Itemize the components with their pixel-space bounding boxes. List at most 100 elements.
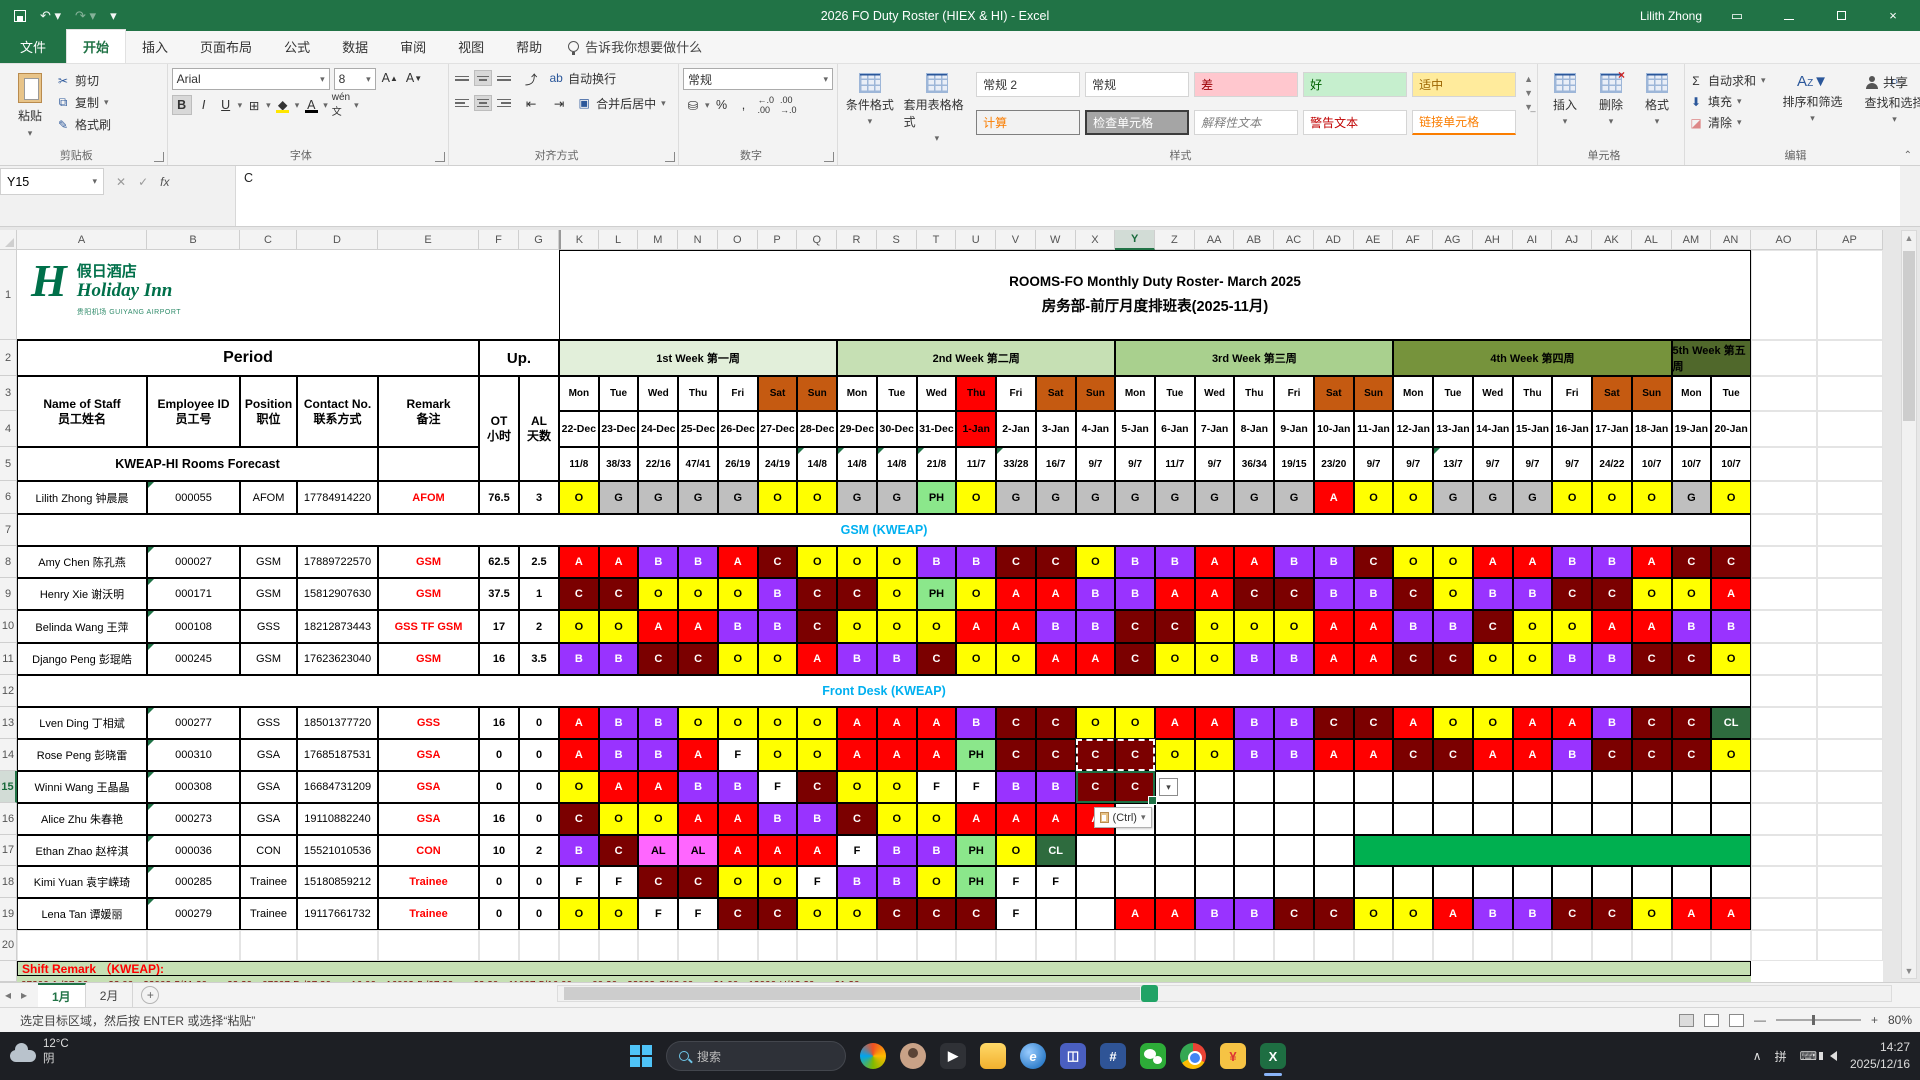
borders-button[interactable]: ⊞ [244, 95, 264, 115]
forecast-cell[interactable]: 16/7 [1036, 447, 1076, 481]
shift-cell[interactable]: O [877, 771, 917, 803]
forecast-cell[interactable]: 14/8 [797, 447, 837, 481]
day-header-cell[interactable]: Fri [1552, 376, 1592, 411]
shift-cell[interactable] [1711, 803, 1751, 835]
shift-cell[interactable]: A [1036, 578, 1076, 610]
merge-center-button[interactable]: ▣合并后居中 ▾ [577, 95, 666, 112]
shift-cell[interactable]: C [1632, 707, 1672, 739]
shift-cell[interactable]: B [1234, 643, 1274, 675]
empty-cell[interactable] [1393, 930, 1433, 961]
shift-cell[interactable]: G [678, 481, 718, 514]
empty-cell[interactable] [378, 930, 479, 961]
staff-position-cell[interactable]: GSA [240, 803, 297, 835]
shift-cell[interactable]: O [758, 739, 798, 771]
shift-cell[interactable]: A [837, 739, 877, 771]
shift-cell[interactable]: B [758, 578, 798, 610]
shift-cell[interactable] [1711, 771, 1751, 803]
empty-cell[interactable] [1234, 930, 1274, 961]
staff-remark-cell[interactable]: GSM [378, 546, 479, 578]
shift-cell[interactable]: C [1473, 610, 1513, 643]
staff-ot-cell[interactable]: 0 [479, 898, 519, 930]
shift-cell[interactable]: A [1393, 707, 1433, 739]
staff-position-cell[interactable]: GSA [240, 739, 297, 771]
shift-cell[interactable]: C [1274, 898, 1314, 930]
shift-cell[interactable] [1672, 771, 1712, 803]
shift-cell[interactable]: C [1314, 898, 1354, 930]
staff-contact-cell[interactable]: 19110882240 [297, 803, 378, 835]
scroll-down-icon[interactable]: ▼ [1902, 966, 1916, 976]
staff-al-cell[interactable]: 1 [519, 578, 559, 610]
shift-cell[interactable] [1552, 866, 1592, 898]
staff-name-cell[interactable]: Winni Wang 王晶晶 [17, 771, 147, 803]
shift-cell[interactable]: A [1552, 707, 1592, 739]
conditional-formatting-button[interactable]: 条件格式▾ [842, 68, 898, 144]
shift-cell[interactable]: O [837, 546, 877, 578]
column-header-F[interactable]: F [479, 230, 519, 250]
staff-remark-cell[interactable]: CON [378, 835, 479, 866]
number-format-select[interactable]: 常规▾ [683, 68, 833, 90]
shift-cell[interactable]: G [1473, 481, 1513, 514]
staff-name-cell[interactable]: Lven Ding 丁相斌 [17, 707, 147, 739]
shift-cell[interactable]: A [1155, 898, 1195, 930]
staff-remark-cell[interactable]: GSS TF GSM [378, 610, 479, 643]
empty-cell[interactable] [1711, 930, 1751, 961]
sort-filter-button[interactable]: AZ▼ 排序和筛选▾ [1776, 68, 1850, 131]
shift-cell[interactable]: B [599, 739, 639, 771]
shift-cell[interactable]: O [559, 481, 599, 514]
shift-cell[interactable]: B [599, 707, 639, 739]
app-dark-icon[interactable]: ▶ [940, 1043, 966, 1069]
cell-style-计算[interactable]: 计算 [976, 110, 1080, 135]
tray-expand-icon[interactable]: ∧ [1753, 1049, 1762, 1063]
staff-position-cell[interactable]: GSS [240, 610, 297, 643]
shift-cell[interactable]: C [559, 803, 599, 835]
shift-cell[interactable]: C [1433, 739, 1473, 771]
shift-cell[interactable]: B [877, 866, 917, 898]
staff-id-cell[interactable]: 000171 [147, 578, 240, 610]
staff-id-cell[interactable]: 000036 [147, 835, 240, 866]
empty-cell[interactable] [1751, 643, 1817, 675]
day-header-cell[interactable]: Tue [599, 376, 639, 411]
pay-app-icon[interactable]: ¥ [1220, 1043, 1246, 1069]
redo-icon[interactable]: ↷ ▾ [75, 8, 96, 24]
ribbon-tab-数据[interactable]: 数据 [326, 30, 384, 63]
shift-cell[interactable]: A [1036, 803, 1076, 835]
shift-cell[interactable]: B [718, 610, 758, 643]
column-header-AD[interactable]: AD [1314, 230, 1354, 250]
shift-cell[interactable]: B [559, 643, 599, 675]
undo-icon[interactable]: ↶ ▾ [40, 8, 61, 24]
forecast-cell[interactable]: 26/19 [718, 447, 758, 481]
staff-position-cell[interactable]: GSM [240, 578, 297, 610]
decrease-indent-icon[interactable]: ⇤ [521, 93, 541, 113]
orientation-icon[interactable]: ⤴ [521, 68, 541, 88]
forecast-cell[interactable]: 9/7 [1354, 447, 1394, 481]
shift-cell[interactable] [1076, 898, 1116, 930]
shift-cell[interactable]: A [718, 803, 758, 835]
increase-indent-icon[interactable]: ⇥ [549, 93, 569, 113]
shift-cell[interactable]: B [877, 643, 917, 675]
shift-cell[interactable]: C [837, 803, 877, 835]
chrome-icon[interactable] [1180, 1043, 1206, 1069]
staff-remark-cell[interactable]: GSA [378, 771, 479, 803]
empty-cell[interactable] [638, 930, 678, 961]
shift-cell[interactable]: C [599, 578, 639, 610]
staff-name-cell[interactable]: Henry Xie 谢沃明 [17, 578, 147, 610]
shift-cell[interactable] [1513, 803, 1553, 835]
shift-cell[interactable]: A [996, 578, 1036, 610]
cell-style-检查单元格[interactable]: 检查单元格 [1085, 110, 1189, 135]
empty-cell[interactable] [1751, 447, 1817, 481]
shift-cell[interactable]: O [1473, 707, 1513, 739]
empty-cell[interactable] [297, 930, 378, 961]
forecast-cell[interactable]: 9/7 [1195, 447, 1235, 481]
decrease-font-icon[interactable]: A▼ [404, 68, 424, 88]
empty-cell[interactable] [996, 930, 1036, 961]
shift-cell[interactable]: O [1234, 610, 1274, 643]
shift-cell[interactable]: G [877, 481, 917, 514]
shift-cell[interactable]: C [638, 643, 678, 675]
wechat-icon[interactable] [1140, 1043, 1166, 1069]
day-header-cell[interactable]: Sat [1314, 376, 1354, 411]
shift-cell[interactable]: A [559, 546, 599, 578]
shift-cell[interactable]: F [797, 866, 837, 898]
row-header-7[interactable]: 7 [0, 514, 17, 546]
shift-cell[interactable] [1592, 866, 1632, 898]
shift-cell[interactable]: O [1513, 610, 1553, 643]
